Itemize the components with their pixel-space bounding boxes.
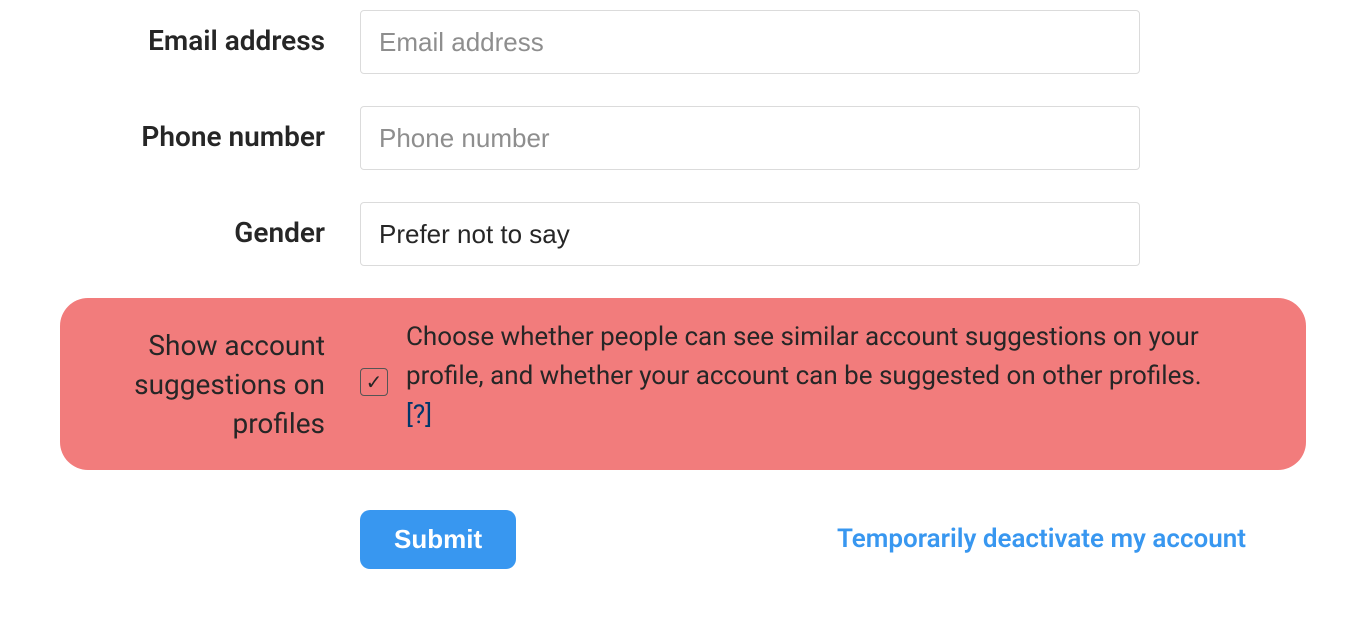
email-label: Email address	[148, 24, 325, 57]
gender-label-col: Gender	[60, 202, 360, 249]
suggestions-label-col: Show account suggestions on profiles	[60, 318, 360, 444]
suggestions-row: Show account suggestions on profiles ✓ C…	[60, 298, 1306, 470]
phone-label: Phone number	[141, 120, 325, 153]
email-input[interactable]	[360, 10, 1140, 74]
email-input-col	[360, 10, 1140, 74]
suggestions-description: Choose whether people can see similar ac…	[406, 322, 1202, 391]
phone-input-col	[360, 106, 1140, 170]
check-icon: ✓	[366, 372, 383, 392]
phone-input[interactable]	[360, 106, 1140, 170]
action-row: Submit Temporarily deactivate my account	[60, 510, 1306, 569]
gender-select[interactable]	[360, 202, 1140, 266]
gender-row: Gender	[60, 202, 1306, 266]
deactivate-link[interactable]: Temporarily deactivate my account	[837, 524, 1306, 554]
phone-label-col: Phone number	[60, 106, 360, 153]
phone-row: Phone number	[60, 106, 1306, 170]
suggestions-checkbox[interactable]: ✓	[360, 368, 388, 396]
email-row: Email address	[60, 10, 1306, 74]
suggestions-help-link[interactable]: [?]	[406, 400, 432, 430]
gender-input-col	[360, 202, 1140, 266]
gender-label: Gender	[234, 216, 325, 249]
suggestions-description-wrap: Choose whether people can see similar ac…	[406, 318, 1226, 435]
email-label-col: Email address	[60, 10, 360, 57]
suggestions-label: Show account suggestions on profiles	[134, 329, 325, 440]
submit-button[interactable]: Submit	[360, 510, 516, 569]
suggestions-content: ✓ Choose whether people can see similar …	[360, 318, 1306, 435]
edit-profile-form: Email address Phone number Gender Show a…	[0, 10, 1366, 569]
